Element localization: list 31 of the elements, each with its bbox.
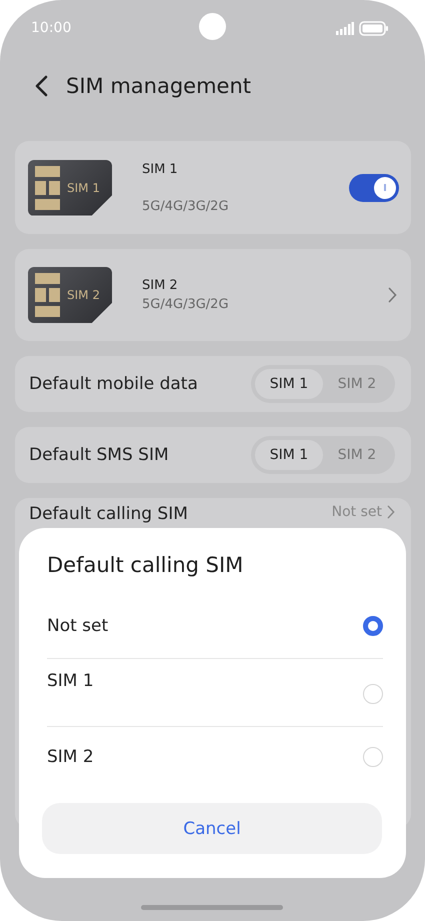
sim-card[interactable]: SIM 2 SIM 2 5G/4G/3G/2G (15, 249, 411, 341)
dialog-title: Default calling SIM (47, 553, 244, 577)
setting-label: Default SMS SIM (29, 445, 169, 465)
segment-option[interactable]: SIM 1 (255, 369, 323, 399)
cancel-button[interactable]: Cancel (42, 803, 382, 854)
back-icon[interactable] (34, 75, 48, 97)
sim-card-label: SIM 1 (67, 180, 100, 194)
sim-toggle[interactable] (349, 174, 399, 202)
sim-network: 5G/4G/3G/2G (142, 198, 230, 214)
camera-hole (199, 13, 226, 40)
sim-card[interactable]: SIM 1 SIM 1 5G/4G/3G/2G (15, 141, 411, 234)
status-time: 10:00 (31, 20, 72, 36)
page-title: SIM management (66, 74, 251, 98)
segment-option[interactable]: SIM 1 (255, 440, 323, 470)
chevron-right-icon (388, 287, 397, 303)
setting-value: Not set (332, 504, 382, 520)
radio-option[interactable]: SIM 1 (47, 659, 383, 727)
chevron-right-icon (387, 505, 395, 519)
setting-label: Default calling SIM (29, 504, 188, 524)
setting-label: Default mobile data (29, 374, 198, 394)
sim-name: SIM 1 (142, 162, 179, 176)
sim-network: 5G/4G/3G/2G (142, 297, 230, 312)
signal-icon (336, 22, 354, 34)
chip-contacts-icon (35, 166, 63, 210)
radio-button[interactable] (363, 616, 383, 636)
radio-option[interactable]: SIM 2 (47, 727, 383, 787)
battery-icon (359, 20, 389, 36)
radio-option[interactable]: Not set (47, 593, 383, 659)
sim-card-label: SIM 2 (67, 288, 100, 302)
sim-name: SIM 2 (142, 278, 179, 293)
chip-contacts-icon (35, 273, 63, 317)
